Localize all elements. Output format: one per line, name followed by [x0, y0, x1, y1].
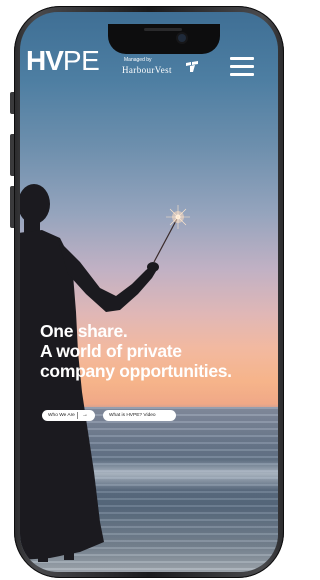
- arrow-right-icon: →: [82, 412, 88, 418]
- harbourvest-brand-name: HarbourVest: [122, 65, 172, 75]
- video-button-label: What is HVPE? Video: [109, 413, 156, 418]
- speaker-grille: [144, 28, 182, 31]
- headline-line-2: A world of private: [40, 341, 182, 361]
- logo-pe-text: PE: [62, 45, 100, 76]
- harbourvest-flag-icon: [186, 61, 198, 72]
- hamburger-menu-icon[interactable]: [230, 57, 254, 77]
- phone-notch: [108, 24, 220, 54]
- managed-by-label: Managed by: [124, 57, 152, 63]
- who-we-are-label: Who We Are: [48, 413, 75, 418]
- video-button[interactable]: What is HVPE? Video: [103, 410, 176, 421]
- logo-hv-text: HV: [26, 45, 64, 76]
- phone-volume-down-button: [10, 186, 14, 228]
- headline-line-3: company opportunities.: [40, 361, 232, 381]
- sparkler-icon: [153, 205, 190, 263]
- hvpe-logo[interactable]: HVPE: [26, 45, 100, 77]
- phone-volume-up-button: [10, 134, 14, 176]
- menu-line-middle: [230, 65, 254, 68]
- phone-mute-switch: [10, 92, 14, 114]
- hero-headline: One share. A world of private company op…: [40, 321, 280, 381]
- menu-line-bottom: [230, 73, 254, 76]
- menu-line-top: [230, 57, 254, 60]
- who-we-are-button[interactable]: Who We Are →: [42, 410, 95, 421]
- button-divider: [77, 412, 78, 419]
- camera-icon: [178, 34, 186, 42]
- phone-screen: [20, 12, 278, 572]
- headline-line-1: One share.: [40, 321, 128, 341]
